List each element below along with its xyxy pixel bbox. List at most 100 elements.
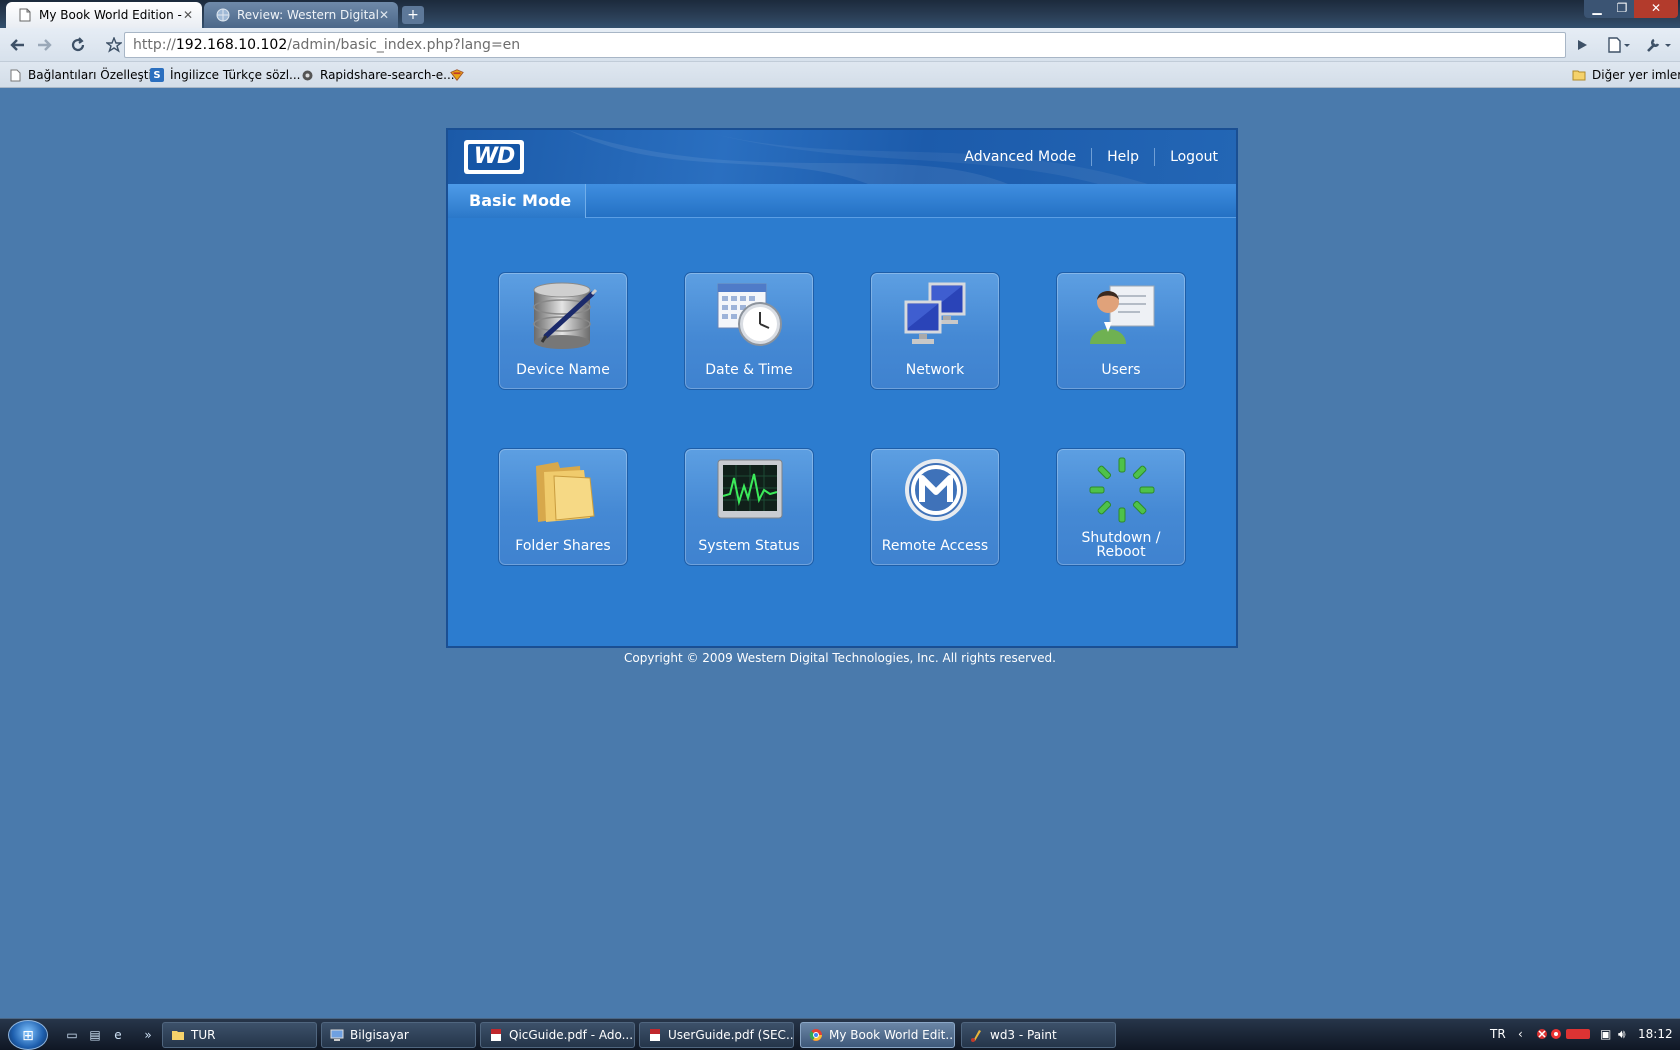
- tab-review-western-digital[interactable]: Review: Western Digital ... ✕: [204, 2, 398, 28]
- bookmarks-bar: Bağlantıları Özelleştir S İngilizce Türk…: [0, 62, 1680, 88]
- bookmark-label: İngilizce Türkçe sözl...: [170, 68, 301, 82]
- computer-icon: [330, 1028, 344, 1042]
- page-icon: [8, 68, 22, 82]
- bookmark-label: Rapidshare-search-e...: [320, 68, 455, 82]
- gear-icon: [300, 68, 314, 82]
- mode-bar: Basic Mode: [448, 184, 1236, 218]
- taskbar-item-label: QicGuide.pdf - Ado...: [509, 1028, 634, 1042]
- close-window-button[interactable]: ✕: [1634, 0, 1678, 18]
- tile-label: Network: [905, 362, 965, 378]
- advanced-mode-link[interactable]: Advanced Mode: [949, 149, 1091, 165]
- minimize-button[interactable]: ▁: [1584, 0, 1610, 18]
- tab-my-book-world[interactable]: My Book World Edition - ... ✕: [6, 2, 202, 28]
- play-icon: [1578, 40, 1587, 50]
- globe-icon: [216, 8, 230, 22]
- chevron-right-icon[interactable]: »: [140, 1027, 156, 1043]
- top-nav: Advanced Mode Help Logout: [949, 148, 1218, 166]
- tray-icons: [1536, 1027, 1596, 1044]
- tab-basic-mode[interactable]: Basic Mode: [448, 184, 586, 218]
- pdf-icon: [648, 1028, 662, 1042]
- help-link[interactable]: Help: [1092, 149, 1154, 165]
- taskbar-item-label: Bilgisayar: [350, 1028, 409, 1042]
- bookmark-extra-icon: [450, 68, 464, 82]
- paint-icon: [970, 1028, 984, 1042]
- chrome-icon: [809, 1028, 823, 1042]
- folder-shares-button[interactable]: Folder Shares: [498, 448, 628, 566]
- network-button[interactable]: Network: [870, 272, 1000, 390]
- close-icon[interactable]: ✕: [182, 8, 194, 22]
- logout-link[interactable]: Logout: [1155, 149, 1218, 165]
- taskbar-item[interactable]: UserGuide.pdf (SEC...: [639, 1022, 794, 1048]
- address-bar[interactable]: http://192.168.10.102/admin/basic_index.…: [124, 32, 1566, 58]
- wrench-menu-button[interactable]: [1642, 34, 1676, 56]
- wrench-icon: [1647, 38, 1671, 52]
- users-button[interactable]: Users: [1056, 272, 1186, 390]
- copyright-text: Copyright © 2009 Western Digital Technol…: [624, 651, 1056, 665]
- remote-access-button[interactable]: Remote Access: [870, 448, 1000, 566]
- switch-windows-icon[interactable]: ▤: [87, 1027, 103, 1043]
- url-host: 192.168.10.102: [175, 37, 288, 53]
- bookmark-item[interactable]: Bağlantıları Özelleştir: [8, 66, 157, 84]
- wd-header: WD Advanced Mode Help Logout: [448, 130, 1236, 184]
- url-scheme: http://: [133, 37, 176, 53]
- taskbar-item[interactable]: wd3 - Paint: [961, 1022, 1116, 1048]
- close-icon[interactable]: ✕: [378, 8, 390, 22]
- volume-icon[interactable]: 🔊︎: [1618, 1027, 1626, 1042]
- bookmark-item[interactable]: Rapidshare-search-e...: [300, 66, 455, 84]
- monitor-graph-icon: [710, 455, 790, 527]
- go-button[interactable]: [1570, 34, 1594, 56]
- bookmark-item[interactable]: [450, 66, 470, 84]
- mionet-icon: [896, 455, 976, 527]
- wd-logo[interactable]: WD: [464, 140, 524, 174]
- star-icon: [106, 37, 122, 53]
- tile-label: Device Name: [516, 362, 610, 378]
- reload-button[interactable]: [66, 34, 90, 56]
- arrow-left-icon: [10, 39, 24, 51]
- tile-label-line-2: Reboot: [1096, 544, 1146, 560]
- tile-label: Folder Shares: [515, 538, 611, 554]
- start-button[interactable]: ⊞: [8, 1020, 48, 1050]
- network-tray-icon[interactable]: ▣: [1600, 1027, 1611, 1041]
- language-indicator[interactable]: TR: [1490, 1027, 1506, 1041]
- browser-toolbar: http://192.168.10.102/admin/basic_index.…: [0, 28, 1680, 62]
- browser-tab-strip: My Book World Edition - ... ✕ Review: We…: [0, 0, 1680, 28]
- back-button[interactable]: [6, 34, 30, 56]
- forward-button[interactable]: [32, 34, 56, 56]
- date-time-button[interactable]: Date & Time: [684, 272, 814, 390]
- user-icon: [1082, 279, 1162, 351]
- shutdown-reboot-button[interactable]: Shutdown / Reboot: [1056, 448, 1186, 566]
- bookmark-label: Bağlantıları Özelleştir: [28, 68, 157, 82]
- bookmark-star-button[interactable]: [102, 34, 126, 56]
- network-computers-icon: [896, 279, 976, 351]
- taskbar-item[interactable]: My Book World Edit...: [800, 1022, 955, 1048]
- tile-label: Shutdown / Reboot: [1057, 531, 1185, 559]
- system-status-button[interactable]: System Status: [684, 448, 814, 566]
- arrow-right-icon: [38, 39, 52, 51]
- taskbar-item[interactable]: Bilgisayar: [321, 1022, 476, 1048]
- pdf-icon: [489, 1028, 503, 1042]
- tile-label: System Status: [698, 538, 800, 554]
- other-bookmarks-folder[interactable]: Diğer yer imleri: [1572, 66, 1680, 84]
- bookmark-item[interactable]: S İngilizce Türkçe sözl...: [150, 66, 301, 84]
- device-name-button[interactable]: Device Name: [498, 272, 628, 390]
- clock[interactable]: 18:12: [1638, 1027, 1673, 1041]
- database-pen-icon: [524, 279, 604, 351]
- taskbar-item-label: wd3 - Paint: [990, 1028, 1057, 1042]
- taskbar-item[interactable]: QicGuide.pdf - Ado...: [480, 1022, 635, 1048]
- taskbar-item-label: TUR: [191, 1028, 216, 1042]
- taskbar-item-label: My Book World Edit...: [829, 1028, 955, 1042]
- page-icon: [18, 8, 32, 22]
- tile-label: Users: [1101, 362, 1141, 378]
- spinner-icon: [1082, 455, 1162, 527]
- maximize-button[interactable]: ❐: [1610, 0, 1634, 18]
- page-menu-button[interactable]: [1604, 34, 1634, 56]
- internet-explorer-icon[interactable]: e: [110, 1027, 126, 1043]
- chevron-left-icon[interactable]: ‹: [1518, 1027, 1523, 1041]
- tile-label: Remote Access: [881, 538, 989, 554]
- taskbar-item[interactable]: TUR: [162, 1022, 317, 1048]
- folder-icon: [171, 1028, 185, 1042]
- show-desktop-icon[interactable]: ▭: [64, 1027, 80, 1043]
- s-icon: S: [150, 68, 164, 82]
- new-tab-button[interactable]: +: [402, 6, 424, 24]
- page-viewport: WD Advanced Mode Help Logout Basic Mode: [0, 88, 1680, 1018]
